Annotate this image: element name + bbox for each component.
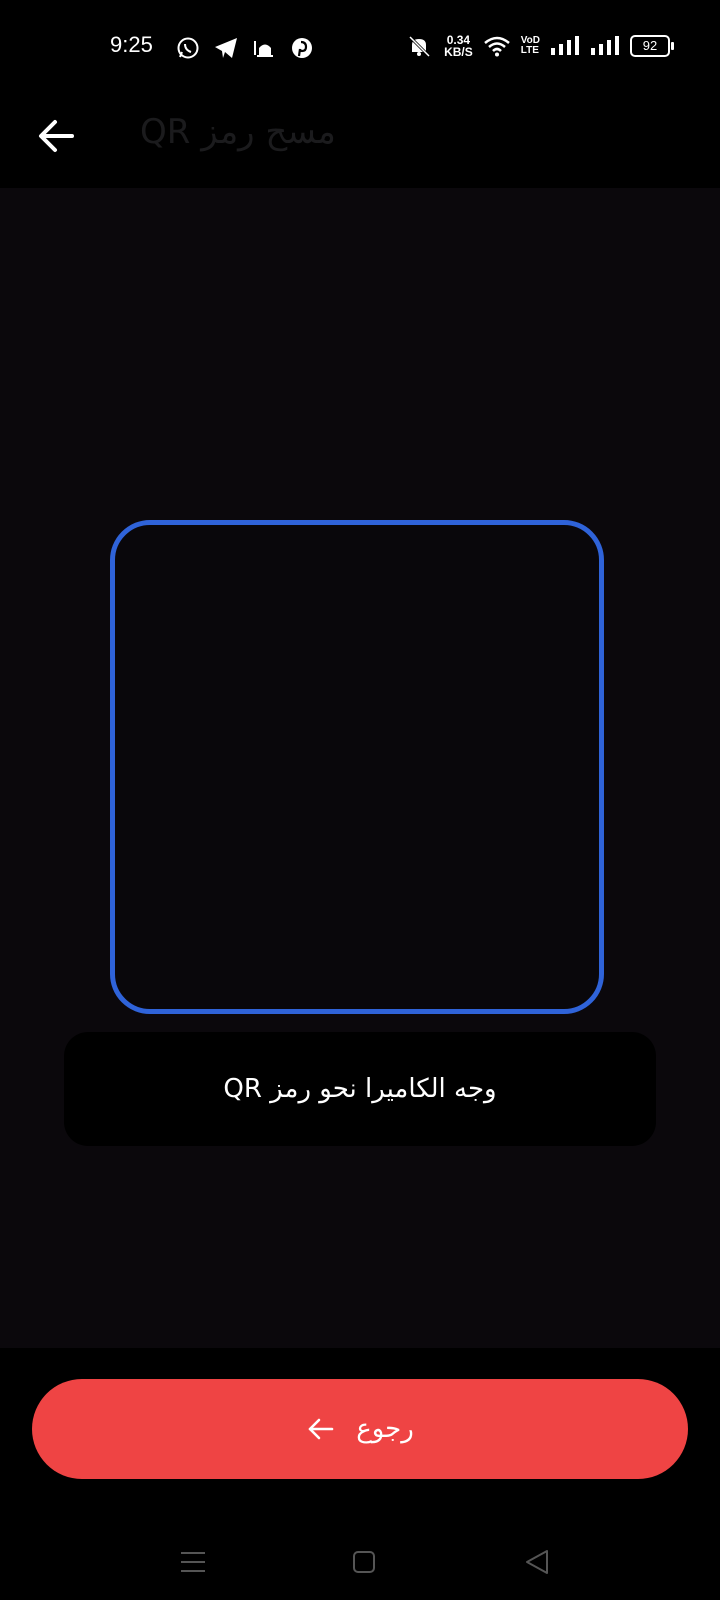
status-bar: 9:25 0.34 KB/S VoD LTE 92 (0, 0, 720, 96)
volte-indicator: VoD LTE (521, 36, 540, 56)
home-icon[interactable] (352, 1550, 376, 1574)
wifi-icon (483, 36, 510, 57)
scan-frame (110, 520, 604, 1014)
back-triangle-icon[interactable] (524, 1548, 550, 1576)
status-time: 9:25 (110, 32, 153, 57)
network-speed: 0.34 KB/S (444, 34, 473, 58)
volte-bottom: LTE (520, 45, 539, 56)
system-nav-bar (0, 1520, 720, 1600)
mute-icon (409, 35, 431, 58)
telegram-icon (215, 38, 237, 58)
signal-icon (551, 36, 579, 55)
scan-hint-text: وجه الكاميرا نحو رمز QR (223, 1074, 497, 1104)
system-icons: 0.34 KB/S VoD LTE 92 (404, 34, 674, 58)
app-bar: مسح رمز QR (0, 96, 720, 188)
battery-indicator: 92 (630, 35, 674, 57)
notification-icons (176, 36, 314, 60)
back-button-label: رجوع (356, 1414, 414, 1444)
menu-icon[interactable] (180, 1550, 206, 1574)
arrow-left-icon (308, 1418, 334, 1440)
pinterest-icon (292, 38, 312, 58)
page-title: مسح رمز QR (140, 112, 336, 152)
arrow-left-icon[interactable] (34, 114, 78, 158)
mosque-icon (254, 41, 273, 57)
hint-box: وجه الكاميرا نحو رمز QR (64, 1032, 656, 1146)
back-button[interactable]: رجوع (32, 1379, 688, 1479)
whatsapp-icon (177, 37, 199, 59)
network-speed-unit: KB/S (444, 45, 473, 59)
signal-icon (591, 36, 619, 55)
